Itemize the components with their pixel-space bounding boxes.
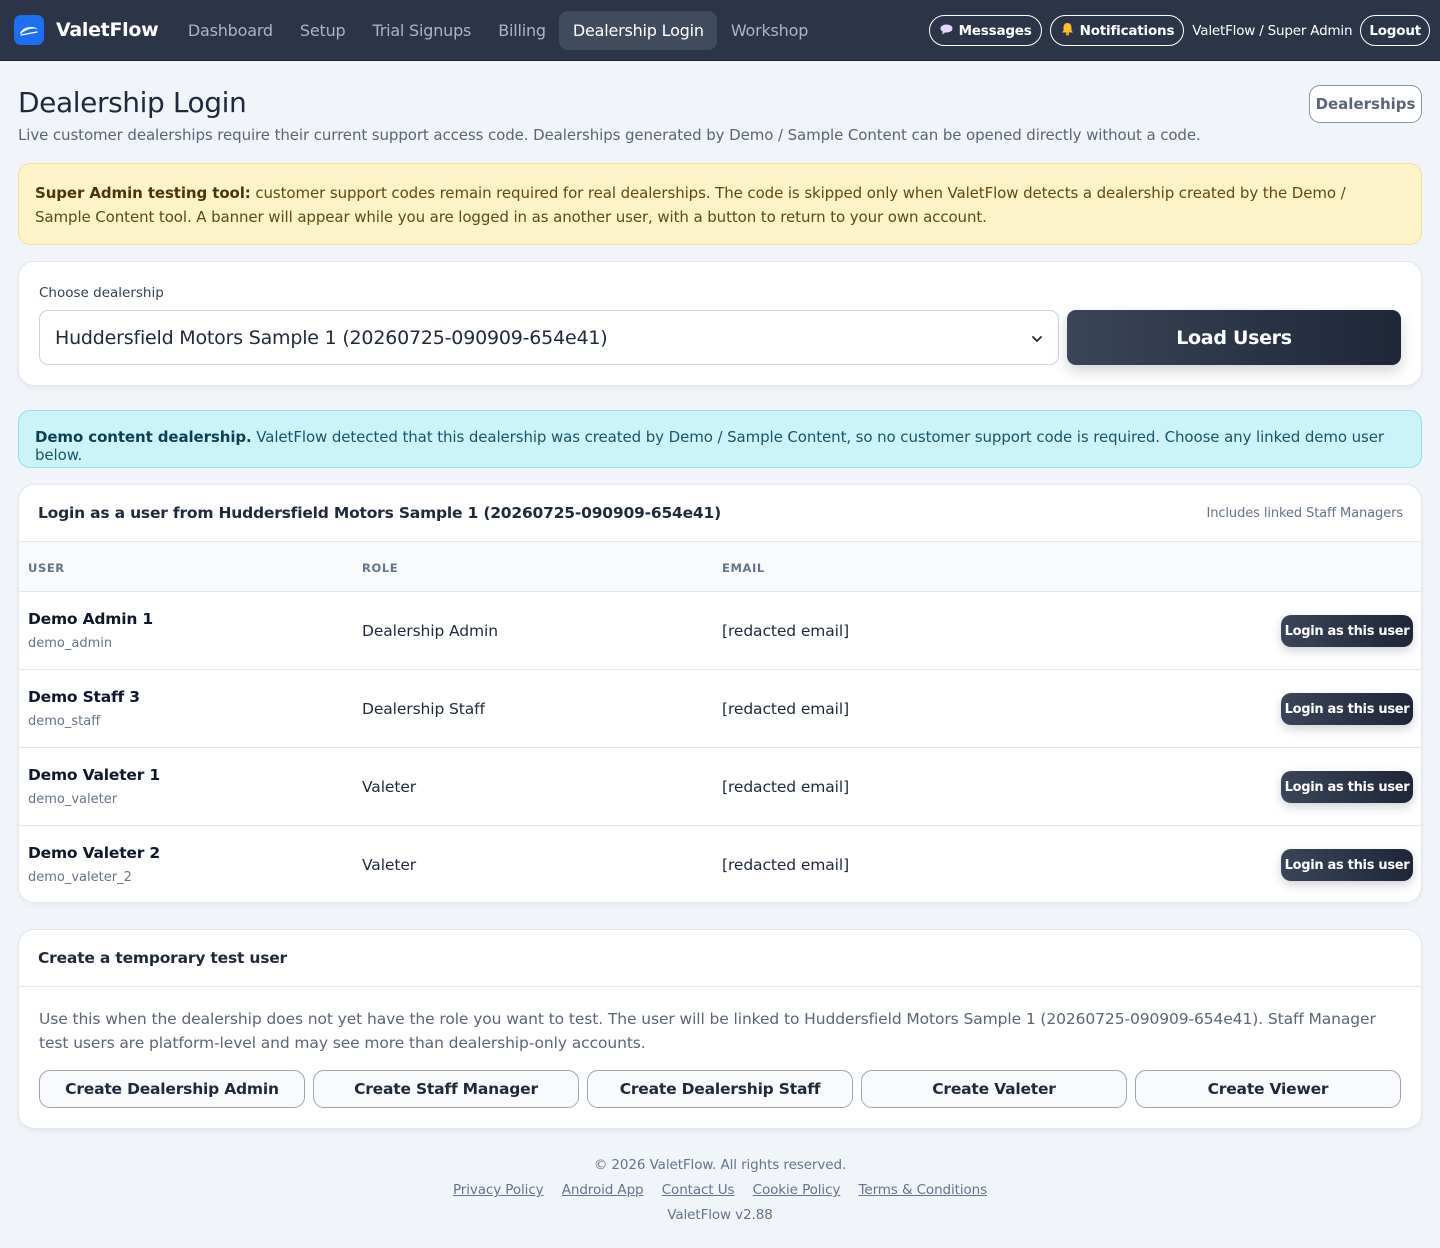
user-email: [redacted email]	[722, 856, 850, 874]
messages-button[interactable]: Messages	[928, 15, 1042, 46]
create-valeter-button[interactable]: Create Valeter	[861, 1070, 1127, 1108]
page-subtitle: Live customer dealerships require their …	[18, 126, 1201, 144]
nav-link-dealership-login[interactable]: Dealership Login	[559, 10, 718, 50]
dealership-select[interactable]: Huddersfield Motors Sample 1 (20260725-0…	[39, 310, 1059, 365]
brand[interactable]: ValetFlow	[14, 15, 159, 45]
column-email: EMAIL	[722, 561, 765, 575]
super-admin-warning: Super Admin testing tool: customer suppo…	[18, 163, 1422, 245]
brand-name: ValetFlow	[56, 19, 159, 41]
create-dealership-admin-button[interactable]: Create Dealership Admin	[39, 1070, 305, 1108]
create-test-user-text: Use this when the dealership does not ye…	[39, 1010, 1376, 1052]
warning-bold: Super Admin testing tool:	[35, 184, 251, 202]
create-test-user-card: Create a temporary test user Use this wh…	[18, 929, 1422, 1129]
footer-link-contact-us[interactable]: Contact Us	[662, 1182, 735, 1198]
login-as-user-button[interactable]: Login as this user	[1281, 771, 1413, 803]
demo-content-info: Demo content dealership. ValetFlow detec…	[18, 410, 1422, 468]
user-email: [redacted email]	[722, 622, 850, 640]
user-handle: demo_valeter_2	[28, 870, 132, 885]
nav-link-billing[interactable]: Billing	[485, 11, 560, 50]
load-users-button[interactable]: Load Users	[1067, 310, 1401, 365]
footer-link-privacy-policy[interactable]: Privacy Policy	[453, 1182, 544, 1198]
logout-button[interactable]: Logout	[1360, 15, 1430, 46]
table-row: Demo Staff 3 demo_staff Dealership Staff…	[19, 670, 1421, 748]
user-handle: demo_admin	[28, 636, 113, 651]
user-role: Valeter	[362, 778, 417, 796]
users-table-header: USER ROLE EMAIL	[19, 542, 1421, 592]
user-name: Demo Valeter 1	[28, 766, 160, 784]
users-card: Login as a user from Huddersfield Motors…	[18, 484, 1422, 903]
user-handle: demo_valeter	[28, 792, 118, 807]
notifications-label: Notifications	[1079, 22, 1175, 39]
create-dealership-staff-button[interactable]: Create Dealership Staff	[587, 1070, 853, 1108]
footer-link-android-app[interactable]: Android App	[562, 1182, 644, 1198]
top-nav: ValetFlow Dashboard Setup Trial Signups …	[0, 0, 1440, 61]
user-role: Dealership Staff	[362, 700, 485, 718]
notifications-button[interactable]: Notifications	[1049, 15, 1185, 46]
user-handle: demo_staff	[28, 714, 101, 729]
nav-links: Dashboard Setup Trial Signups Billing De…	[174, 10, 821, 50]
nav-right: Messages Notifications ValetFlow / Super…	[921, 15, 1430, 46]
current-user-label: ValetFlow / Super Admin	[1192, 22, 1353, 39]
choose-dealership-label: Choose dealership	[39, 285, 164, 301]
login-as-user-button[interactable]: Login as this user	[1281, 849, 1413, 881]
users-card-note: Includes linked Staff Managers	[1206, 505, 1404, 521]
user-name: Demo Admin 1	[28, 610, 153, 628]
choose-dealership-card: Choose dealership Huddersfield Motors Sa…	[18, 261, 1422, 386]
login-as-user-button[interactable]: Login as this user	[1281, 693, 1413, 725]
user-name: Demo Valeter 2	[28, 844, 160, 862]
nav-link-dashboard[interactable]: Dashboard	[174, 11, 286, 50]
speech-bubble-icon	[940, 24, 953, 38]
table-row: Demo Valeter 2 demo_valeter_2 Valeter [r…	[19, 826, 1421, 902]
create-viewer-button[interactable]: Create Viewer	[1135, 1070, 1401, 1108]
page-title: Dealership Login	[18, 86, 247, 119]
nav-link-workshop[interactable]: Workshop	[717, 11, 821, 50]
nav-link-trial-signups[interactable]: Trial Signups	[359, 11, 485, 50]
table-row: Demo Admin 1 demo_admin Dealership Admin…	[19, 592, 1421, 670]
table-row: Demo Valeter 1 demo_valeter Valeter [red…	[19, 748, 1421, 826]
footer: © 2026 ValetFlow. All rights reserved. P…	[0, 1154, 1440, 1226]
column-user: USER	[28, 561, 65, 575]
user-email: [redacted email]	[722, 778, 850, 796]
messages-label: Messages	[958, 22, 1032, 39]
nav-link-setup[interactable]: Setup	[286, 11, 359, 50]
footer-links: Privacy Policy Android App Contact Us Co…	[0, 1179, 1440, 1201]
login-as-user-button[interactable]: Login as this user	[1281, 615, 1413, 647]
users-card-header: Login as a user from Huddersfield Motors…	[19, 485, 1421, 542]
create-staff-manager-button[interactable]: Create Staff Manager	[313, 1070, 579, 1108]
column-role: ROLE	[362, 561, 399, 575]
footer-link-cookie-policy[interactable]: Cookie Policy	[753, 1182, 841, 1198]
user-role: Valeter	[362, 856, 417, 874]
footer-version: ValetFlow v2.88	[667, 1207, 773, 1223]
create-buttons: Create Dealership Admin Create Staff Man…	[39, 1070, 1401, 1108]
dealerships-button[interactable]: Dealerships	[1309, 85, 1422, 123]
user-name: Demo Staff 3	[28, 688, 140, 706]
info-bold: Demo content dealership.	[35, 428, 252, 446]
user-email: [redacted email]	[722, 700, 850, 718]
dealership-select-value: Huddersfield Motors Sample 1 (20260725-0…	[55, 326, 608, 349]
bell-icon	[1061, 22, 1074, 39]
footer-link-terms[interactable]: Terms & Conditions	[859, 1182, 988, 1198]
create-test-user-title: Create a temporary test user	[19, 930, 1421, 987]
user-role: Dealership Admin	[362, 622, 498, 640]
users-card-title: Login as a user from Huddersfield Motors…	[38, 504, 721, 522]
chevron-down-icon	[1030, 329, 1044, 343]
footer-copyright: © 2026 ValetFlow. All rights reserved.	[593, 1157, 847, 1173]
car-logo-icon	[14, 15, 44, 45]
